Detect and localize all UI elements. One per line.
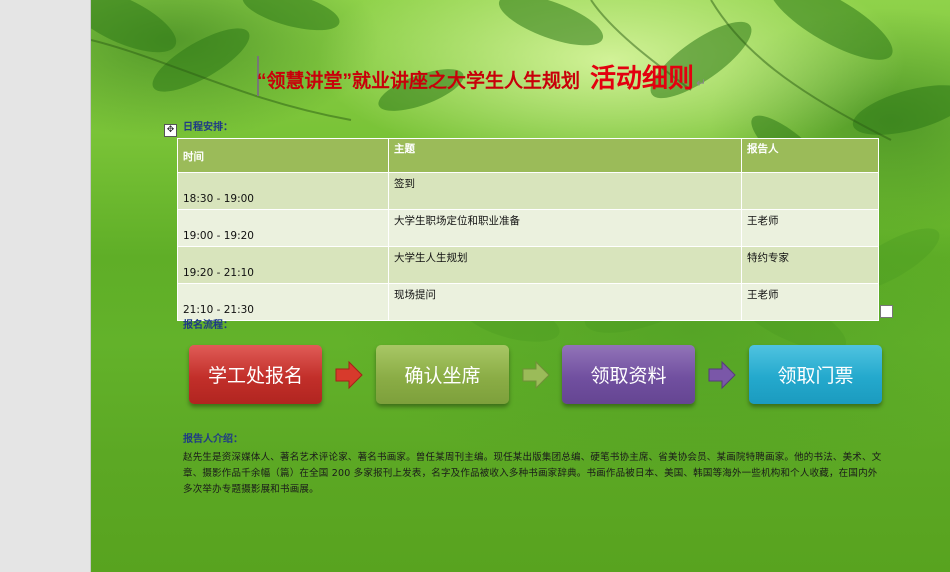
step-get-materials-button[interactable]: 领取资料 [562,345,695,404]
paragraph-mark: ↵ [696,76,707,90]
header-speaker[interactable]: 报告人 [741,138,879,173]
step-get-materials-label: 领取资料 [590,365,667,387]
schedule-table[interactable]: 时间 主题 报告人 18:30 - 19:00 签到 19:00 - 19:20… [177,138,879,321]
step-register-label: 学工处报名 [207,365,303,387]
cell-topic[interactable]: 现场提问 [388,283,742,321]
schedule-label: 日程安排： [183,118,233,133]
cell-speaker[interactable]: 王老师 [741,283,879,321]
speaker-intro-paragraph[interactable]: 赵先生是资深媒体人、著名艺术评论家、著名书画家。曾任某周刊主编。现任某出版集团总… [183,450,883,498]
speaker-intro-text: 赵先生是资深媒体人、著名艺术评论家、著名书画家。曾任某周刊主编。现任某出版集团总… [183,452,882,495]
table-row: 19:20 - 21:10 大学生人生规划 特约专家 [177,246,879,284]
table-resize-handle[interactable] [880,305,893,318]
cell-time[interactable]: 21:10 - 21:30 [177,283,389,321]
document-title[interactable]: “领慧讲堂”就业讲座之大学生人生规划 活动细则 ↵ [257,58,827,104]
speaker-intro-label: 报告人介绍： [183,430,243,445]
table-row: 19:00 - 19:20 大学生职场定位和职业准备 王老师 [177,209,879,247]
schedule-label-text: 日程安排： [183,122,233,133]
red-arrow-icon [335,360,363,390]
table-move-handle-icon[interactable]: ✥ [164,124,177,137]
green-arrow-icon [522,360,550,390]
title-main-text: “领慧讲堂”就业讲座之大学生人生规划 [257,71,581,92]
cell-time[interactable]: 19:20 - 21:10 [177,246,389,284]
cell-topic[interactable]: 签到 [388,172,742,210]
header-time[interactable]: 时间 [177,138,389,173]
header-topic[interactable]: 主题 [388,138,742,173]
table-header-row: 时间 主题 报告人 [177,138,879,173]
step-confirm-seat-label: 确认坐席 [404,365,481,387]
step-get-ticket-button[interactable]: 领取门票 [749,345,882,404]
step-confirm-seat-button[interactable]: 确认坐席 [376,345,509,404]
cell-speaker[interactable]: 特约专家 [741,246,879,284]
cell-time[interactable]: 18:30 - 19:00 [177,172,389,210]
registration-label: 报名流程： [183,316,233,331]
table-row: 21:10 - 21:30 现场提问 王老师 [177,283,879,321]
step-register-button[interactable]: 学工处报名 [189,345,322,404]
step-get-ticket-label: 领取门票 [777,365,854,387]
purple-arrow-icon [708,360,736,390]
registration-label-text: 报名流程： [183,320,233,331]
cell-time[interactable]: 19:00 - 19:20 [177,209,389,247]
cell-speaker[interactable]: 王老师 [741,209,879,247]
speaker-intro-label-text: 报告人介绍： [183,434,243,445]
cell-speaker[interactable] [741,172,879,210]
title-emphasis-text: 活动细则 [590,63,695,93]
cell-topic[interactable]: 大学生职场定位和职业准备 [388,209,742,247]
cell-topic[interactable]: 大学生人生规划 [388,246,742,284]
document-left-margin [0,0,91,572]
document-page[interactable]: “领慧讲堂”就业讲座之大学生人生规划 活动细则 ↵ 日程安排： ✥ 时间 主题 … [91,0,950,572]
table-row: 18:30 - 19:00 签到 [177,172,879,210]
